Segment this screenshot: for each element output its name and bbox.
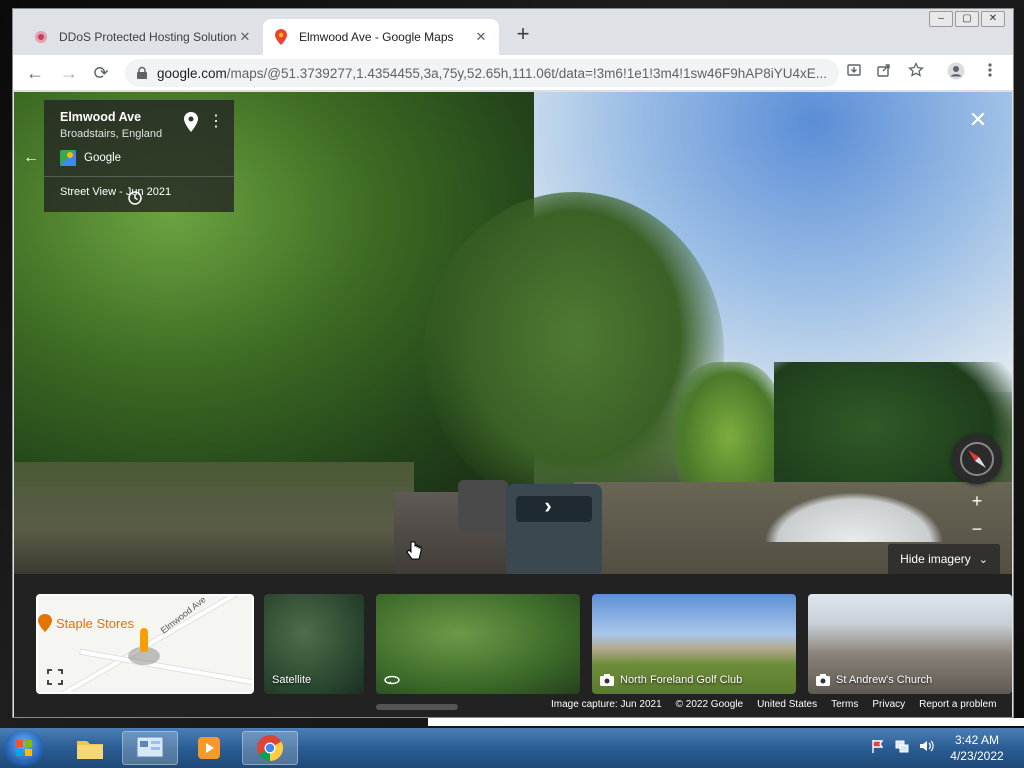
profile-avatar-icon[interactable] — [945, 62, 967, 84]
church-label: St Andrew's Church — [816, 674, 932, 686]
desktop-scrollbar[interactable] — [428, 718, 1024, 726]
region-link[interactable]: United States — [757, 699, 817, 710]
tab-strip: DDoS Protected Hosting Solution ✕ Elmwoo… — [13, 9, 1013, 55]
close-window-button[interactable]: ✕ — [981, 11, 1005, 27]
copyright: © 2022 Google — [675, 698, 744, 710]
photo-card-golf-club[interactable]: North Foreland Golf Club — [592, 594, 796, 694]
street-view-date: Street View - Jun 2021 — [60, 186, 172, 198]
maximize-button[interactable]: ▢ — [955, 11, 979, 27]
share-icon[interactable] — [873, 62, 895, 84]
minimize-button[interactable]: – — [929, 11, 953, 27]
close-street-view-button[interactable]: ✕ — [966, 108, 990, 132]
zoom-out-button[interactable]: − — [964, 515, 990, 543]
window-controls: – ▢ ✕ — [929, 11, 1005, 27]
camera-icon — [816, 674, 830, 686]
browser-window: DDoS Protected Hosting Solution ✕ Elmwoo… — [12, 8, 1014, 718]
time-travel-clock-icon — [128, 191, 142, 205]
start-button[interactable] — [4, 730, 44, 766]
report-problem-link[interactable]: Report a problem — [919, 699, 996, 710]
file-explorer-taskbar-icon[interactable] — [62, 731, 118, 765]
pegman-icon — [128, 628, 160, 665]
browser-toolbar: ← → ⟳ google.com/maps/@51.3739277,1.4354… — [13, 55, 1013, 91]
image-capture-date: Image capture: Jun 2021 — [551, 698, 662, 710]
back-button[interactable]: ← — [23, 61, 47, 85]
zoom-controls: + − — [964, 487, 990, 543]
media-player-taskbar-icon[interactable] — [182, 731, 238, 765]
privacy-link[interactable]: Privacy — [872, 699, 905, 710]
tab-close-icon[interactable]: ✕ — [237, 29, 253, 45]
url-text: google.com/maps/@51.3739277,1.4354455,3a… — [157, 66, 839, 81]
hand-cursor-icon — [406, 541, 422, 560]
mini-map-card[interactable]: Staple Stores Elmwood Ave — [36, 594, 254, 694]
street-view-history-button[interactable]: Street View - Jun 2021 — [60, 186, 172, 205]
verge — [14, 462, 414, 574]
more-options-icon[interactable]: ⋮ — [208, 112, 224, 132]
tab-close-icon[interactable]: ✕ — [473, 29, 489, 45]
hosting-favicon-icon — [33, 29, 49, 45]
satellite-card[interactable]: Satellite — [264, 594, 364, 694]
satellite-label: Satellite — [272, 674, 311, 686]
double-chevron-down-icon: ⌄ — [978, 553, 988, 566]
back-to-map-icon[interactable]: ← — [20, 147, 42, 169]
camera-icon — [600, 674, 614, 686]
location-subtitle: Broadstairs, England — [60, 128, 163, 140]
location-pin-icon[interactable] — [184, 112, 198, 132]
system-tray — [870, 738, 934, 754]
satellite-label-text: Satellite — [272, 674, 312, 686]
street-view-panorama[interactable]: › Elmwood Ave Broadstairs, England ⋮ Goo… — [14, 92, 1012, 574]
network-icon[interactable] — [894, 738, 910, 754]
volume-icon[interactable] — [918, 738, 934, 754]
card-divider — [44, 176, 234, 177]
golf-club-text: North Foreland Golf Club — [620, 674, 743, 686]
chrome-taskbar-icon[interactable] — [242, 731, 298, 765]
bookmark-star-icon[interactable] — [905, 61, 927, 84]
location-title: Elmwood Ave — [60, 110, 142, 124]
lock-icon — [137, 66, 147, 79]
install-icon[interactable] — [843, 62, 865, 84]
location-info-card: Elmwood Ave Broadstairs, England ⋮ Googl… — [44, 100, 234, 212]
tab-ddos-hosting[interactable]: DDoS Protected Hosting Solution ✕ — [23, 19, 263, 55]
zoom-in-button[interactable]: + — [964, 487, 990, 515]
maps-footer: Image capture: Jun 2021 © 2022 Google Un… — [545, 695, 1003, 713]
tab-title: Elmwood Ave - Google Maps — [299, 30, 454, 44]
terms-link[interactable]: Terms — [831, 699, 858, 710]
church-text: St Andrew's Church — [836, 674, 933, 686]
browser-menu-icon[interactable] — [979, 62, 1001, 84]
hide-imagery-button[interactable]: Hide imagery ⌄ — [888, 544, 1000, 574]
url-path: /maps/@51.3739277,1.4354455,3a,75y,52.65… — [226, 65, 828, 81]
google-maps-logo-icon — [60, 150, 76, 166]
action-center-flag-icon[interactable] — [870, 738, 886, 754]
provider-name: Google — [84, 152, 122, 164]
compass-icon[interactable] — [952, 434, 1002, 484]
street-nav-arrow-icon[interactable]: › — [534, 492, 562, 520]
store-pin-icon — [38, 614, 52, 632]
hide-imagery-label: Hide imagery — [900, 552, 971, 566]
address-bar[interactable]: google.com/maps/@51.3739277,1.4354455,3a… — [125, 59, 839, 87]
clock-date: 4/23/2022 — [950, 749, 1004, 763]
tab-google-maps[interactable]: Elmwood Ave - Google Maps ✕ — [263, 19, 499, 55]
360-rotate-icon — [384, 675, 400, 685]
parked-car — [458, 480, 508, 532]
imagery-provider: Google — [60, 150, 121, 166]
street-view-thumbnail-card[interactable] — [376, 594, 580, 694]
url-domain: google.com — [157, 65, 227, 81]
street-view-thumb-label — [384, 674, 406, 686]
google-maps-favicon-icon — [273, 29, 289, 45]
photo-card-church[interactable]: St Andrew's Church — [808, 594, 1012, 694]
tab-title: DDoS Protected Hosting Solution — [59, 30, 237, 44]
reload-button[interactable]: ⟳ — [89, 61, 113, 85]
golf-club-label: North Foreland Golf Club — [600, 674, 742, 686]
clock-time: 3:42 AM — [954, 733, 1000, 747]
map-place-name: Staple Stores — [56, 616, 135, 631]
forward-button[interactable]: → — [57, 61, 81, 85]
windows-taskbar: 3:42 AM 4/23/2022 — [0, 728, 1024, 768]
fullscreen-icon[interactable] — [46, 668, 64, 686]
polytunnel — [764, 492, 944, 542]
taskbar-clock[interactable]: 3:42 AM 4/23/2022 — [942, 732, 1012, 764]
new-tab-button[interactable]: + — [511, 23, 535, 47]
imagery-scrollbar[interactable] — [376, 704, 458, 710]
control-panel-taskbar-icon[interactable] — [122, 731, 178, 765]
